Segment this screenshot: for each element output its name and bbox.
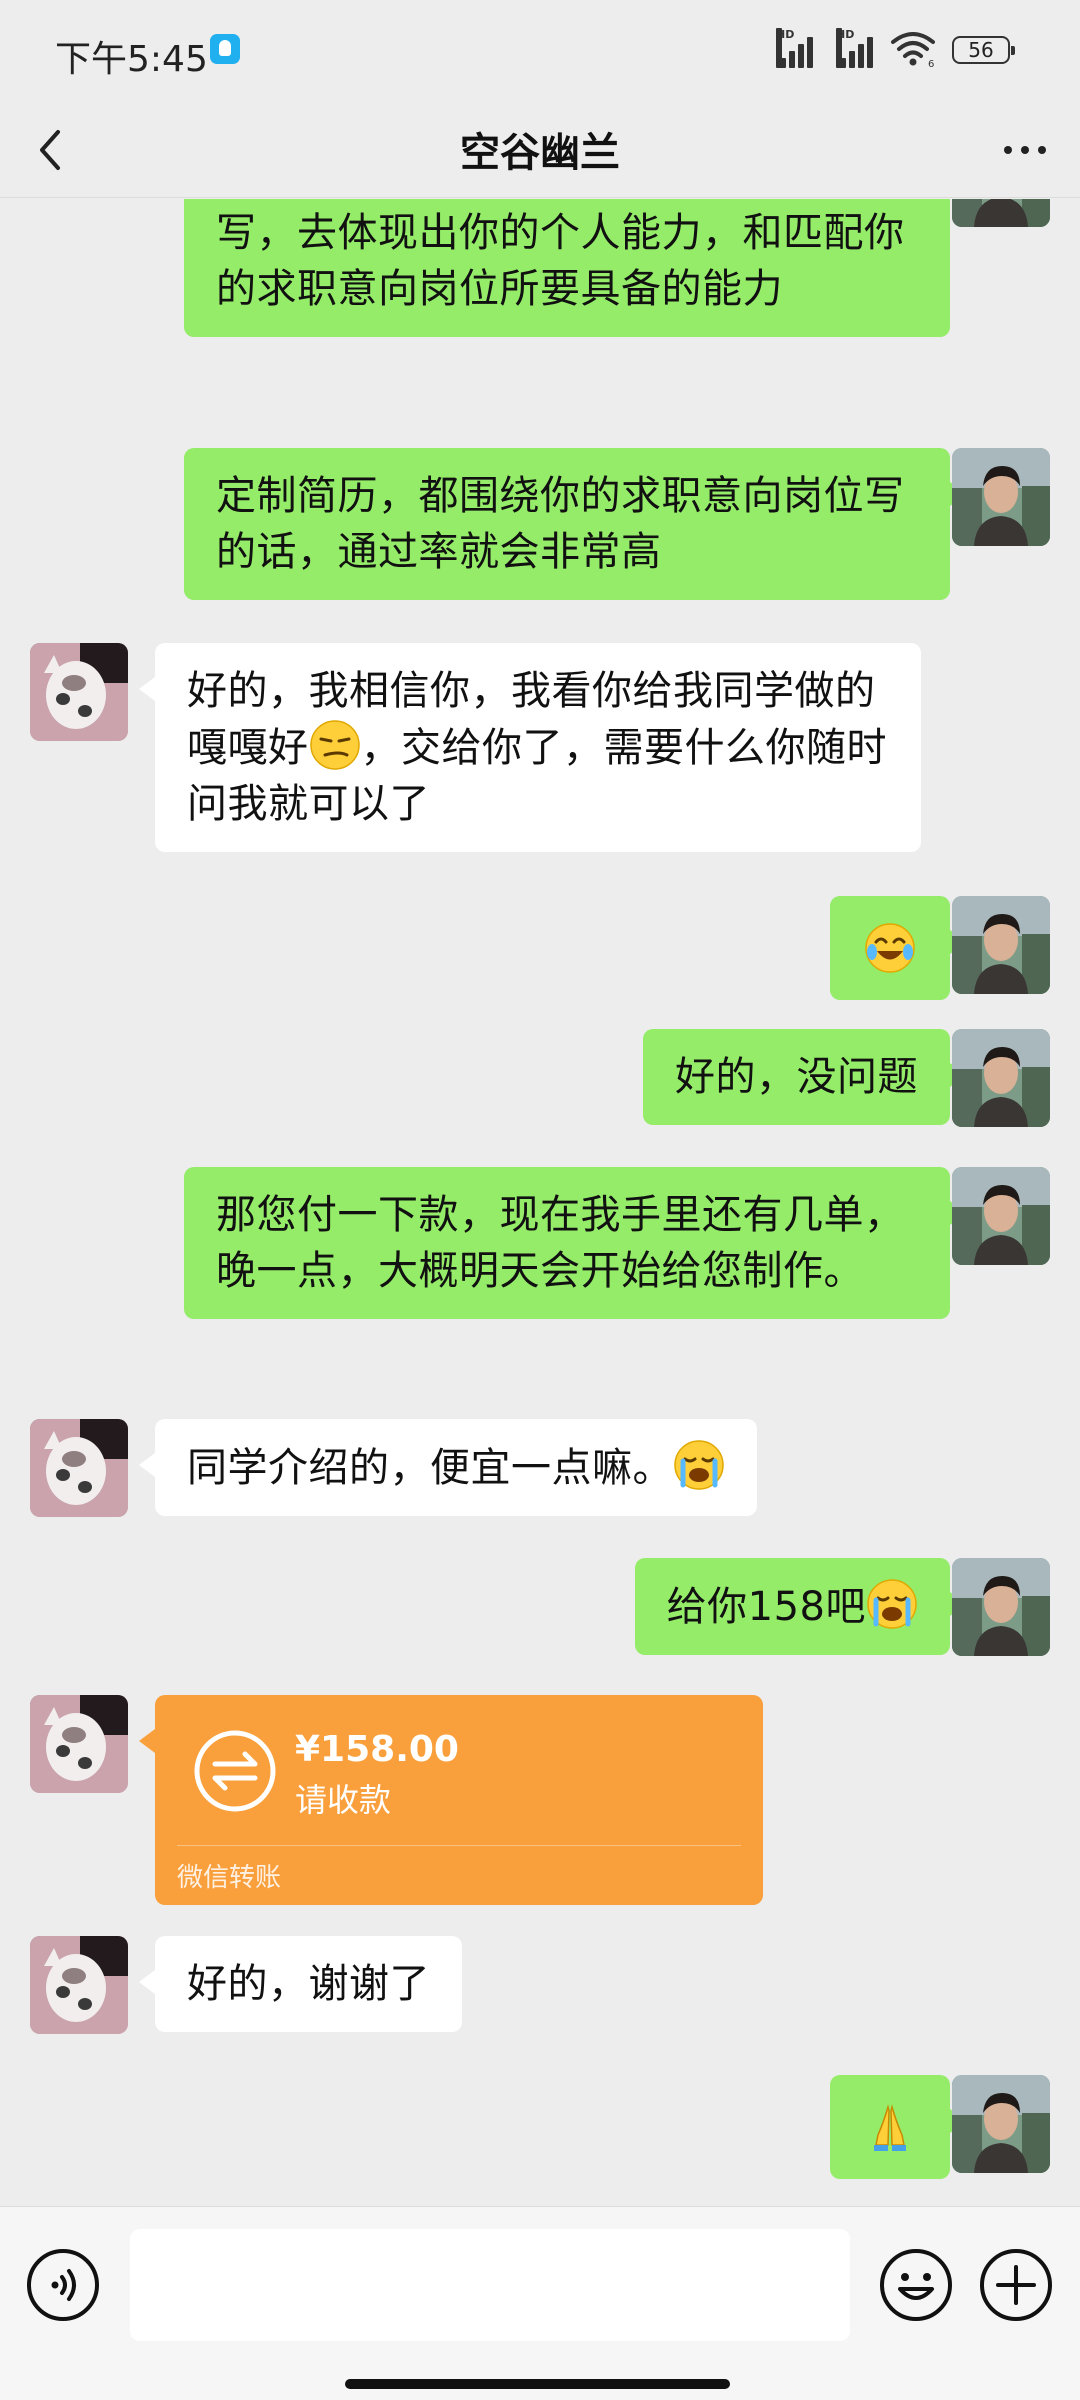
message-bubble[interactable]: 好的，谢谢了 [139,1936,462,2032]
message-text: 同学介绍的，便宜一点嘛。 [187,1445,673,1491]
signal-strength-icon-2: HD [836,28,876,68]
message-bubble[interactable]: 同学介绍的，便宜一点嘛。 [139,1419,757,1516]
loudly-crying-emoji-icon [866,1578,918,1630]
my-avatar[interactable] [952,1167,1050,1265]
wifi-icon: 6 [891,32,935,68]
message-bubble[interactable]: 但是每一个工作经历你都没有细化的去写，去体现出你的个人能力，和匹配你的求职意向岗… [184,199,950,337]
chat-message-list[interactable]: 但是每一个工作经历你都没有细化的去写，去体现出你的个人能力，和匹配你的求职意向岗… [0,199,1080,2206]
my-avatar[interactable] [952,199,1050,227]
contact-avatar[interactable] [30,1419,128,1517]
more-functions-plus-icon[interactable] [978,2247,1054,2323]
wechat-transfer-card[interactable]: ¥158.00 请收款 微信转账 [139,1695,763,1905]
voice-input-icon[interactable] [25,2247,101,2323]
divider [177,1845,741,1846]
message-bubble[interactable]: 那您付一下款，现在我手里还有几单，晚一点，大概明天会开始给您制作。 [184,1167,966,1319]
chat-header: 空谷幽兰 [0,100,1080,198]
emoji-picker-icon[interactable] [878,2247,954,2323]
message-bubble[interactable]: 好的，没问题 [643,1029,966,1125]
contact-name: 空谷幽兰 [460,130,620,176]
message-bubble[interactable] [830,896,966,1000]
my-avatar[interactable] [952,2075,1050,2173]
loudly-crying-emoji-icon [673,1439,725,1491]
battery-indicator: 56 [952,36,1015,64]
my-avatar[interactable] [952,448,1050,546]
my-avatar[interactable] [952,1558,1050,1656]
smirk-emoji-icon [309,719,361,771]
message-bubble[interactable]: 好的，我相信你，我看你给我同学做的嘎嘎好 ，交给你了，需要什么你随时问我就可以了 [139,643,921,852]
status-time: 下午5:45 [55,39,208,80]
message-bubble[interactable]: 定制简历，都围绕你的求职意向岗位写的话，通过率就会非常高 [184,448,966,600]
folded-hands-emoji-icon [864,2101,916,2153]
svg-text:6: 6 [928,59,934,68]
tears-of-joy-emoji-icon [864,922,916,974]
transfer-label: 微信转账 [177,1863,282,1893]
signal-strength-icon: HD [776,28,816,68]
my-avatar[interactable] [952,1029,1050,1127]
my-avatar[interactable] [952,896,1050,994]
qq-notification-icon [210,34,240,64]
transfer-arrows-icon [194,1730,276,1812]
contact-avatar[interactable] [30,1695,128,1793]
input-bar [0,2206,1080,2400]
more-options-icon[interactable] [1000,124,1050,174]
contact-avatar[interactable] [30,643,128,741]
contact-avatar[interactable] [30,1936,128,2034]
home-indicator[interactable] [345,2379,730,2389]
transfer-amount: ¥158.00 [295,1729,459,1770]
message-text: 给你158吧 [666,1584,866,1630]
message-bubble[interactable]: 给你158吧 [634,1558,967,1655]
status-bar: 下午5:45 HD HD 6 56 [0,0,1080,100]
message-bubble[interactable] [830,2075,966,2179]
transfer-status: 请收款 [295,1781,392,1819]
message-input[interactable] [130,2229,850,2341]
